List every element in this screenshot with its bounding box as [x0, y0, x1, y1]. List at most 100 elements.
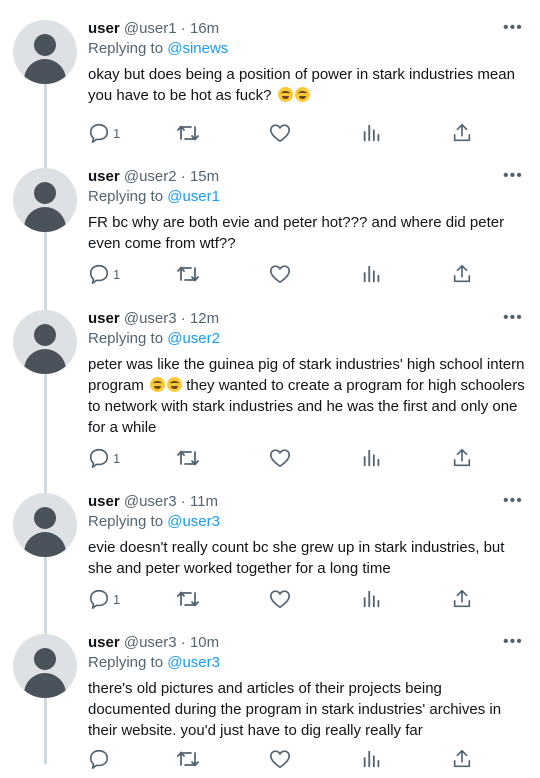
laughing-emoji-icon — [167, 377, 183, 392]
timestamp[interactable]: 16m — [190, 20, 219, 37]
analytics-icon — [363, 124, 380, 142]
heart-icon — [270, 750, 290, 769]
more-options-icon[interactable]: ••• — [503, 634, 523, 650]
avatar[interactable] — [13, 634, 77, 698]
heart-icon — [270, 265, 290, 284]
reply-count: 1 — [113, 450, 121, 466]
tweet-text: FR bc why are both evie and peter hot???… — [88, 214, 505, 252]
replying-to-label: Replying to — [88, 513, 168, 530]
laughing-emoji-icon — [277, 87, 293, 102]
more-options-icon[interactable]: ••• — [503, 310, 523, 326]
tweet-header: user @user3 · 11m — [88, 493, 218, 511]
display-name[interactable]: user — [88, 20, 120, 37]
retweet-button[interactable] — [176, 263, 200, 285]
analytics-icon — [363, 449, 380, 467]
retweet-button[interactable] — [176, 447, 200, 469]
reply-count: 1 — [113, 125, 121, 141]
retweet-icon — [177, 450, 199, 466]
user-handle[interactable]: @user1 — [124, 20, 177, 37]
reply-button[interactable]: 1 — [88, 447, 120, 469]
avatar[interactable] — [13, 493, 77, 557]
avatar[interactable] — [13, 20, 77, 84]
like-button[interactable] — [269, 122, 291, 144]
share-button[interactable] — [451, 748, 473, 770]
retweet-icon — [177, 591, 199, 607]
tweet-text: there's old pictures and articles of the… — [88, 680, 502, 739]
more-options-icon[interactable]: ••• — [503, 493, 523, 509]
replying-to: Replying to @user2 — [88, 330, 220, 348]
mention-link[interactable]: @user3 — [167, 654, 220, 671]
reply-icon — [89, 123, 109, 143]
reply-icon — [89, 589, 109, 609]
mention-link[interactable]: @sinews — [167, 40, 228, 57]
user-handle[interactable]: @user3 — [124, 634, 177, 651]
separator: · — [180, 493, 186, 510]
heart-icon — [270, 124, 290, 143]
tweet-actions: 1 — [88, 263, 508, 285]
display-name[interactable]: user — [88, 310, 120, 327]
reply-count: 1 — [113, 591, 121, 607]
like-button[interactable] — [269, 748, 291, 770]
share-button[interactable] — [451, 588, 473, 610]
analytics-button[interactable] — [361, 748, 383, 770]
retweet-button[interactable] — [176, 122, 200, 144]
share-button[interactable] — [451, 122, 473, 144]
share-icon — [453, 589, 471, 608]
display-name[interactable]: user — [88, 634, 120, 651]
share-button[interactable] — [451, 447, 473, 469]
timestamp[interactable]: 11m — [190, 493, 218, 510]
heart-icon — [270, 449, 290, 468]
share-icon — [453, 123, 471, 142]
like-button[interactable] — [269, 447, 291, 469]
reply-count: 1 — [113, 266, 121, 282]
replying-to: Replying to @user3 — [88, 654, 220, 672]
display-name[interactable]: user — [88, 168, 120, 185]
tweet-header: user @user1 · 16m — [88, 20, 219, 38]
retweet-icon — [177, 751, 199, 767]
timestamp[interactable]: 15m — [190, 168, 219, 185]
mention-link[interactable]: @user1 — [167, 188, 220, 205]
tweet-actions: 1 — [88, 588, 508, 610]
tweet-actions: 1 — [88, 447, 508, 469]
analytics-button[interactable] — [361, 588, 383, 610]
replying-to: Replying to @user3 — [88, 513, 220, 531]
timestamp[interactable]: 10m — [190, 634, 219, 651]
retweet-icon — [177, 266, 199, 282]
like-button[interactable] — [269, 263, 291, 285]
analytics-button[interactable] — [361, 122, 383, 144]
reply-button[interactable]: 1 — [88, 122, 120, 144]
reply-button[interactable]: 1 — [88, 588, 120, 610]
laughing-emoji-icon — [294, 87, 310, 102]
retweet-icon — [177, 125, 199, 141]
user-handle[interactable]: @user2 — [124, 168, 177, 185]
tweet-actions: 1 — [88, 122, 508, 144]
reply-button[interactable] — [88, 748, 110, 770]
timestamp[interactable]: 12m — [190, 310, 219, 327]
reply-icon — [89, 264, 109, 284]
avatar[interactable] — [13, 168, 77, 232]
reply-icon — [89, 448, 109, 468]
share-button[interactable] — [451, 263, 473, 285]
retweet-button[interactable] — [176, 588, 200, 610]
reply-button[interactable]: 1 — [88, 263, 120, 285]
user-handle[interactable]: @user3 — [124, 310, 177, 327]
mention-link[interactable]: @user2 — [167, 330, 220, 347]
analytics-button[interactable] — [361, 263, 383, 285]
heart-icon — [270, 590, 290, 609]
mention-link[interactable]: @user3 — [167, 513, 220, 530]
avatar[interactable] — [13, 310, 77, 374]
like-button[interactable] — [269, 588, 291, 610]
share-icon — [453, 264, 471, 283]
separator: · — [180, 634, 186, 651]
separator: · — [180, 310, 186, 327]
more-options-icon[interactable]: ••• — [503, 20, 523, 36]
analytics-icon — [363, 590, 380, 608]
user-handle[interactable]: @user3 — [124, 493, 177, 510]
analytics-icon — [363, 750, 380, 768]
more-options-icon[interactable]: ••• — [503, 168, 523, 184]
display-name[interactable]: user — [88, 493, 120, 510]
tweet-actions — [88, 748, 508, 770]
replying-to-label: Replying to — [88, 330, 168, 347]
retweet-button[interactable] — [176, 748, 200, 770]
analytics-button[interactable] — [361, 447, 383, 469]
